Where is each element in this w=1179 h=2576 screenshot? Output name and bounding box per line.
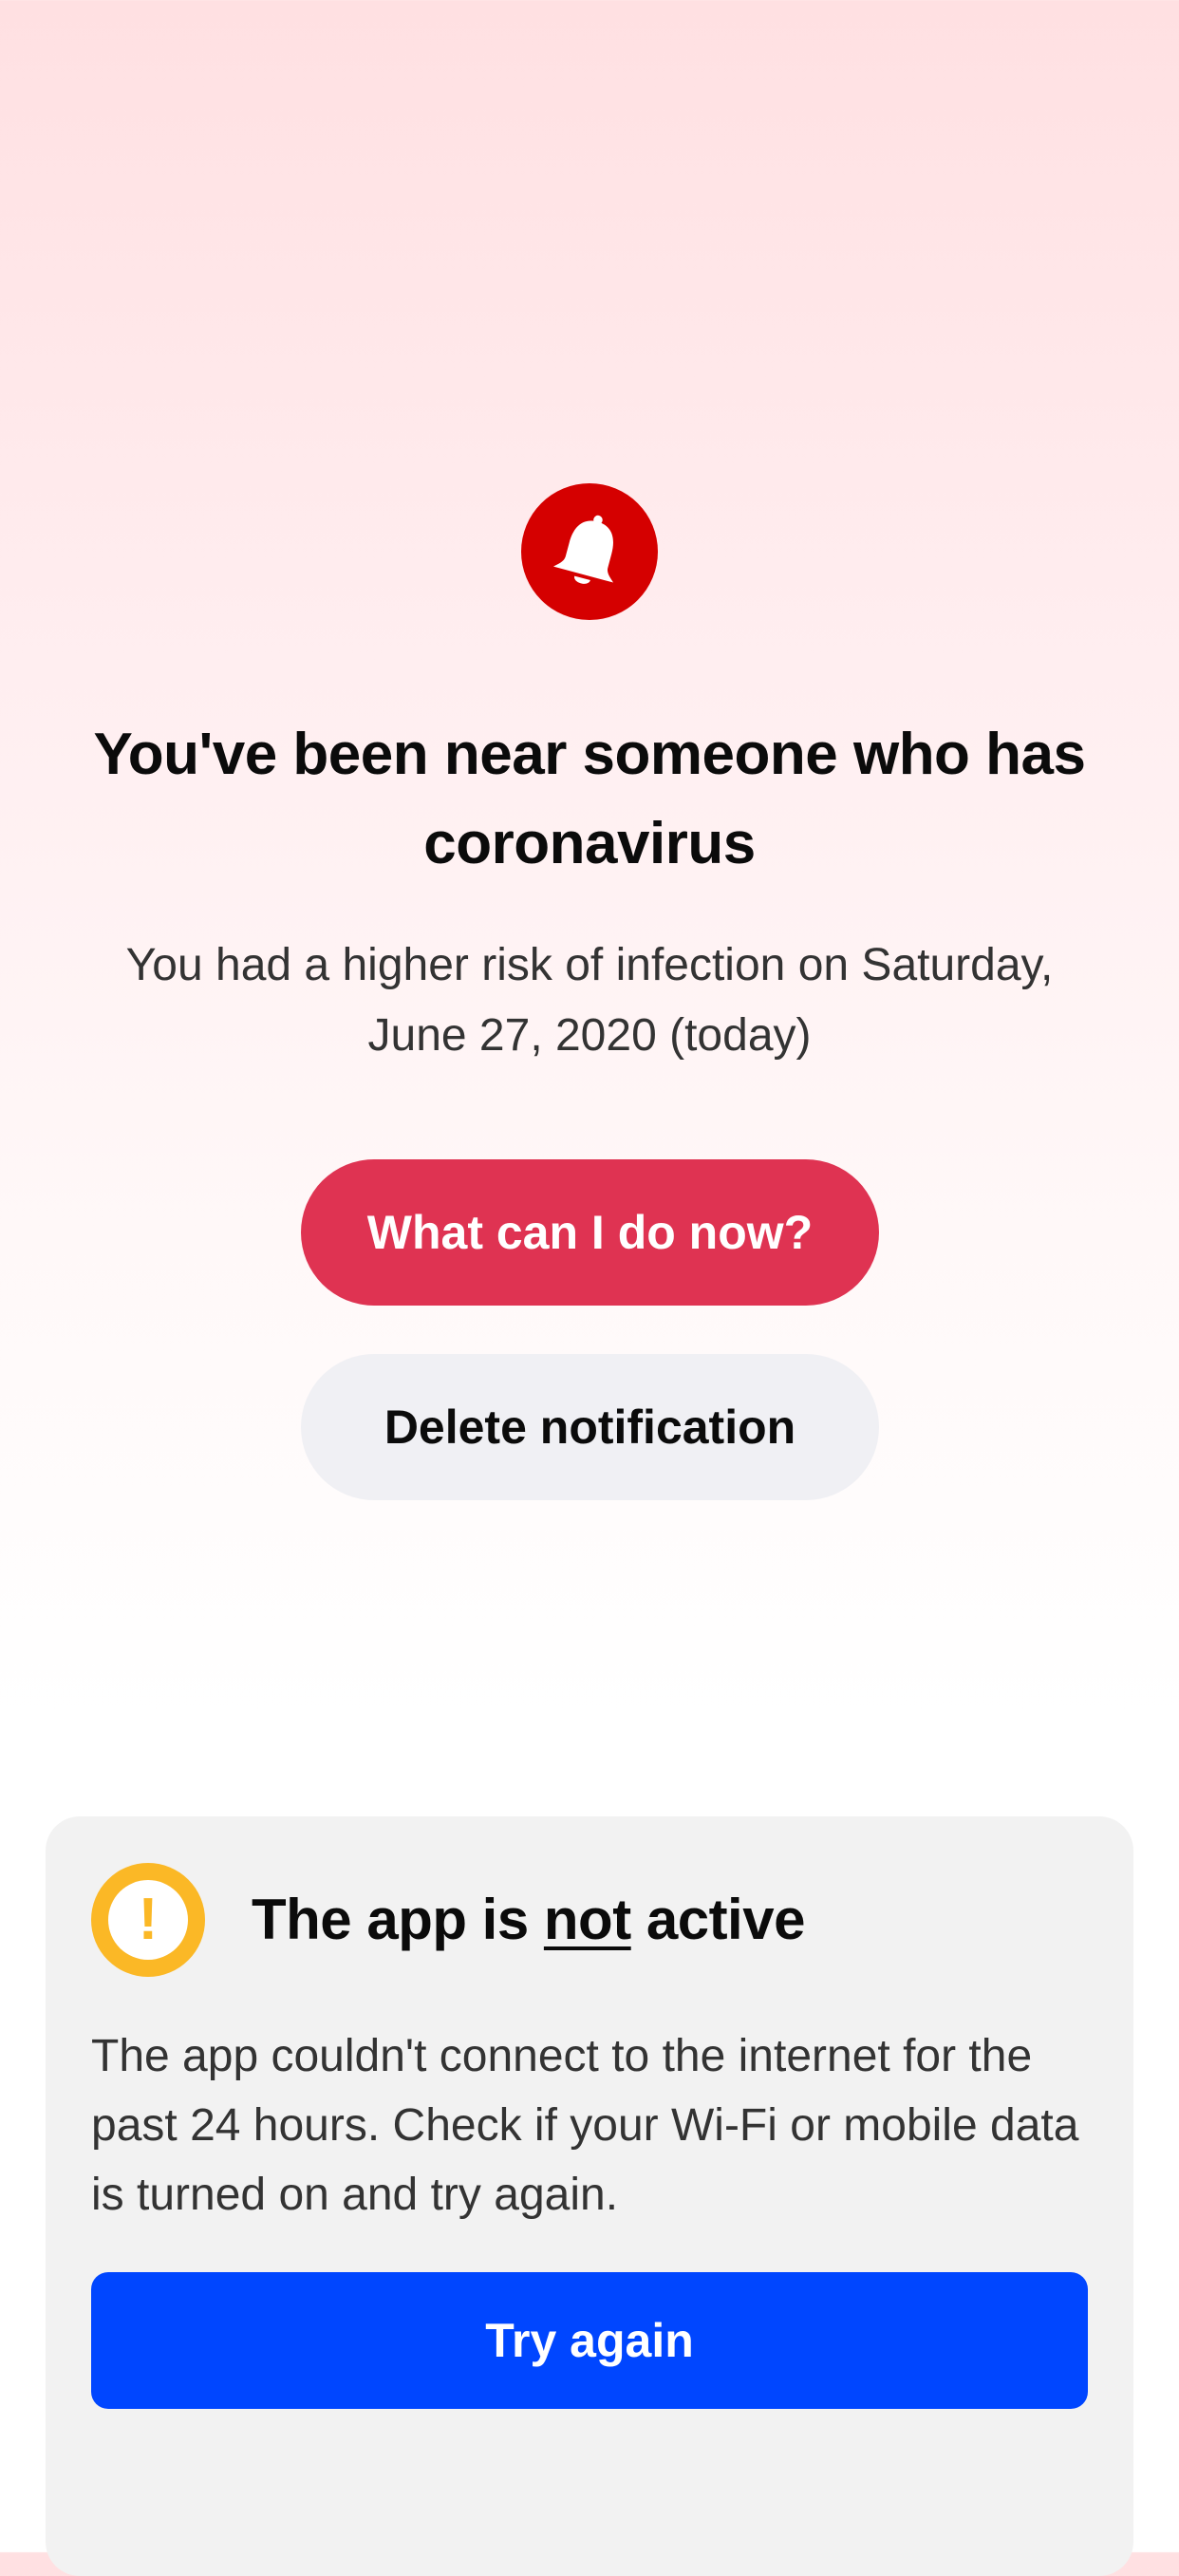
bell-glyph bbox=[553, 515, 614, 584]
try-again-button[interactable]: Try again bbox=[91, 2272, 1088, 2409]
what-can-i-do-button[interactable]: What can I do now? bbox=[301, 1159, 879, 1306]
exposure-date-text: You had a higher risk of infection on Sa… bbox=[125, 940, 1054, 1061]
status-title-suffix: active bbox=[630, 1888, 806, 1951]
exposure-headline: You've been near someone who has coronav… bbox=[93, 722, 1087, 876]
app-status-title: The app is not active bbox=[252, 1883, 805, 1957]
delete-notification-button[interactable]: Delete notification bbox=[301, 1354, 879, 1500]
warning-icon: ! bbox=[91, 1863, 205, 1977]
status-title-prefix: The app is bbox=[252, 1888, 544, 1951]
app-status-card: ! The app is not active The app couldn't… bbox=[46, 1816, 1133, 2576]
warning-icon-glyph: ! bbox=[108, 1880, 188, 1960]
exposure-notification-screen: You've been near someone who has coronav… bbox=[0, 0, 1179, 2576]
bell-icon bbox=[521, 483, 658, 620]
status-title-emphasis: not bbox=[543, 1888, 631, 1951]
app-status-message: The app couldn't connect to the internet… bbox=[91, 2031, 1079, 2220]
